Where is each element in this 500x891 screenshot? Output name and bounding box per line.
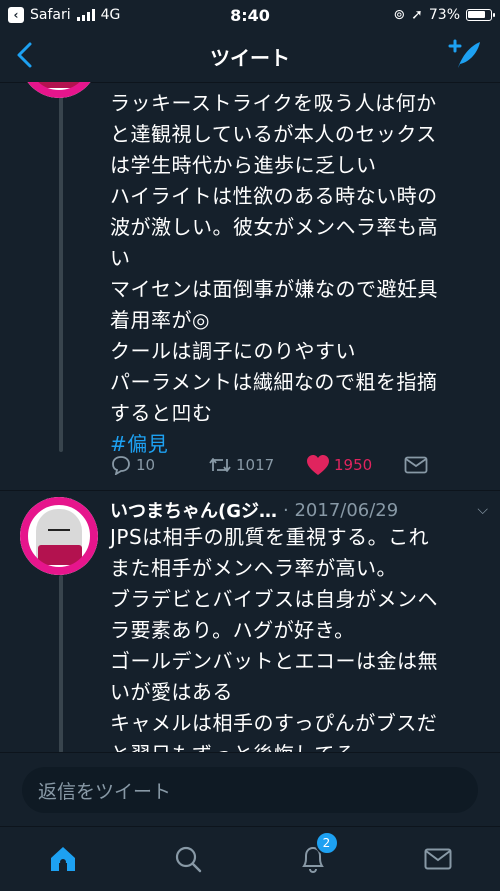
tweet-line: クールは調子にのりやすい [110,339,356,363]
author-name[interactable]: いつまちゃん(Gジ… [110,497,277,523]
chevron-down-icon[interactable]: ⌵ [477,502,488,518]
tweet-text: ラッキーストライクを吸う人は何か と達観視しているが本人のセックス は学生時代か… [110,88,480,460]
mail-icon [404,456,428,474]
tweet-line: また相手がメンヘラ率が高い。 [110,556,397,580]
thread-line [59,575,63,753]
tweet-date: · 2017/06/29 [283,499,399,521]
avatar[interactable] [20,497,98,575]
search-icon [175,846,201,873]
tweet-actions: 10 1017 1950 [110,452,430,478]
tweet-line: マイセンは面倒事が嫌なので避妊具 [110,277,438,301]
tweet-line: と達観視しているが本人のセックス [110,122,437,146]
tweet-line: い [110,246,131,270]
tab-bar: 2 [0,826,500,891]
page-title: ツイート [210,45,290,70]
reply-input[interactable]: 返信をツイート [22,767,478,813]
tweet-line: ラッキーストライクを吸う人は何か [110,91,437,115]
tweet-line: パーラメントは繊細なので粗を指摘 [110,370,438,394]
retweet-count: 1017 [236,456,275,474]
tweet-line: ハイライトは性欲のある時ない時の [110,184,438,208]
tab-home[interactable] [43,839,83,879]
tweet-line: ゴールデンバットとエコーは金は無 [110,649,438,673]
tweet-text: JPSは相手の肌質を重視する。これ また相手がメンヘラ率が高い。 ブラデビとバイ… [110,522,480,770]
notification-badge: 2 [314,831,339,855]
tweet-line: すると凹む [110,401,213,425]
mail-icon [424,848,451,870]
tweet-line: は学生時代から進歩に乏しい [110,153,377,177]
tweet-line: キャメルは相手のすっぴんがブスだ [110,711,438,735]
tweet-line: ブラデビとバイブスは自身がメンヘ [110,587,438,611]
tweet-header: いつまちゃん(Gジ… · 2017/06/29 ⌵ [110,497,488,523]
tweet-line: JPSは相手の肌質を重視する。これ [110,525,430,549]
retweet-button[interactable]: 1017 [208,455,306,475]
reply-bar: 返信をツイート [0,752,500,827]
direct-message-button[interactable] [404,456,428,474]
nav-bar: ツイート [0,30,500,83]
tab-messages[interactable] [418,839,458,879]
home-icon [50,847,75,871]
reply-icon [112,456,130,475]
tweet-line: 波が激しい。彼女がメンヘラ率も高 [110,215,438,239]
tab-notifications[interactable]: 2 [293,831,339,879]
retweet-icon [209,458,231,472]
reply-count: 10 [136,456,156,474]
tweet-line: ラ要素あり。ハグが好き。 [110,618,355,642]
tweet-line: いが愛はある [110,680,233,704]
compose-icon[interactable] [448,38,482,76]
like-count: 1950 [334,456,373,474]
status-time: 8:40 [230,5,270,25]
tab-search[interactable] [168,839,208,879]
tweet-line: 着用率が◎ [110,308,210,332]
tweet-divider [0,490,500,491]
status-bar: ‹ Safari 4G 8:40 ⊚ ➚ 73% [0,0,500,30]
back-icon[interactable] [14,40,34,78]
battery-icon [466,9,495,21]
thread-line [59,82,63,452]
reply-button[interactable]: 10 [110,455,208,475]
like-button[interactable]: 1950 [306,454,404,476]
heart-icon [307,455,329,475]
